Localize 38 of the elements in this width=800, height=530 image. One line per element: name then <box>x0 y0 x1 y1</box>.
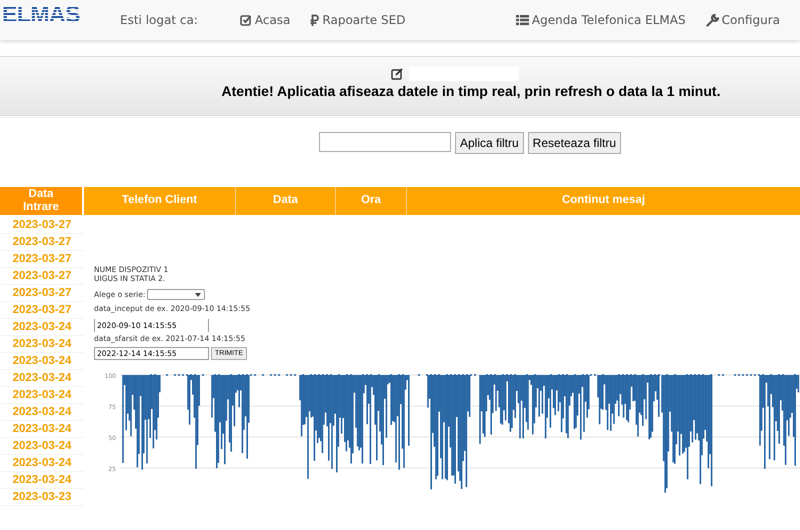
date-cell: 2023-03-24 <box>0 438 84 455</box>
wrench-icon <box>706 14 719 26</box>
series-dropdown[interactable] <box>147 289 206 300</box>
column-header: Ora <box>336 187 407 215</box>
nav-link[interactable]: Configura <box>706 13 780 27</box>
column-header: Data Intrare <box>0 187 84 215</box>
notice-message: Atentie! Aplicatia afiseaza datele in timp real, prin refresh o data la 1 minut. <box>222 83 720 99</box>
date-cell: 2023-03-27 <box>0 217 84 234</box>
filter-button[interactable]: Reseteaza filtru <box>528 132 622 154</box>
date-cell: 2023-03-24 <box>0 455 84 472</box>
checkbox-icon <box>240 14 252 26</box>
date-cell: 2023-03-27 <box>0 302 84 319</box>
nav-link[interactable]: Acasa <box>240 13 290 27</box>
date-cell: 2023-03-24 <box>0 370 84 387</box>
ruble-icon <box>310 14 320 26</box>
date-cell: 2023-03-27 <box>0 234 84 251</box>
date-cell: 2023-03-27 <box>0 268 84 285</box>
date-cell: 2023-03-24 <box>0 472 84 489</box>
column-header: Data <box>236 187 336 215</box>
date-cell: 2023-03-23 <box>0 489 84 506</box>
column-header: Continut mesaj <box>560 193 646 208</box>
date-cell: 2023-03-27 <box>0 285 84 302</box>
date-cell: 2023-03-24 <box>0 387 84 404</box>
edit-icon <box>391 68 403 80</box>
nav-link[interactable]: Agenda Telefonica ELMAS <box>516 13 686 27</box>
date-cell: 2023-03-24 <box>0 421 84 438</box>
date-cell: 2023-03-27 <box>0 251 84 268</box>
caret-icon <box>195 292 202 296</box>
date-cell: 2023-03-24 <box>0 319 84 336</box>
date-cell: 2023-03-24 <box>0 353 84 370</box>
nav-link[interactable]: Rapoarte SED <box>310 13 406 27</box>
filter-field[interactable] <box>318 132 451 152</box>
filter-button[interactable]: Aplica filtru <box>454 132 524 154</box>
logged-in-label: Esti logat ca: <box>120 13 198 27</box>
date-cell: 2023-03-24 <box>0 336 84 353</box>
column-header: Telefon Client <box>84 187 236 215</box>
list-icon <box>516 14 529 26</box>
date-cell: 2023-03-24 <box>0 404 84 421</box>
